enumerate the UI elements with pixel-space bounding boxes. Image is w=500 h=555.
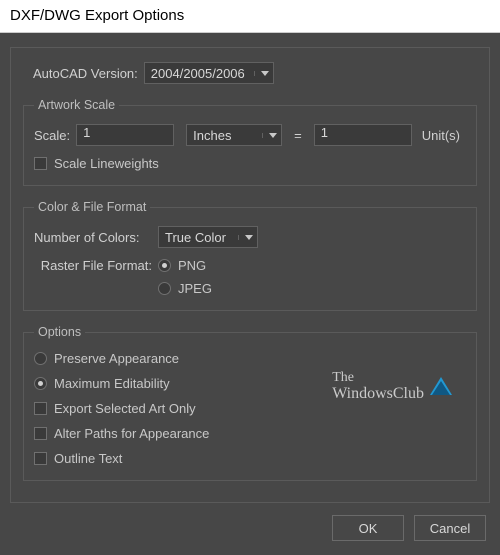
autocad-version-label: AutoCAD Version:	[33, 66, 138, 81]
scale-input[interactable]: 1	[76, 124, 174, 146]
radio-icon	[34, 377, 47, 390]
number-of-colors-row: Number of Colors: True Color	[34, 226, 466, 248]
maximum-editability-radio[interactable]: Maximum Editability	[34, 376, 466, 391]
equals-sign: =	[288, 128, 308, 143]
artwork-scale-group: Artwork Scale Scale: 1 Inches = 1 Unit(s…	[23, 98, 477, 186]
number-of-colors-select[interactable]: True Color	[158, 226, 258, 248]
checkbox-icon	[34, 452, 47, 465]
dialog-body: AutoCAD Version: 2004/2005/2006 Artwork …	[0, 33, 500, 555]
chevron-down-icon	[254, 71, 269, 76]
autocad-version-select[interactable]: 2004/2005/2006	[144, 62, 274, 84]
radio-icon	[34, 352, 47, 365]
number-of-colors-value: True Color	[165, 230, 230, 245]
outline-text-checkbox[interactable]: Outline Text	[34, 451, 466, 466]
raster-png-radio[interactable]: PNG	[158, 258, 212, 273]
cancel-button[interactable]: Cancel	[414, 515, 486, 541]
dialog-title: DXF/DWG Export Options	[0, 0, 500, 33]
checkbox-icon	[34, 427, 47, 440]
raster-png-label: PNG	[178, 258, 206, 273]
checkbox-icon	[34, 157, 47, 170]
autocad-version-value: 2004/2005/2006	[151, 66, 246, 81]
scale-lineweights-label: Scale Lineweights	[54, 156, 159, 171]
export-selected-label: Export Selected Art Only	[54, 401, 196, 416]
options-group: Options Preserve Appearance Maximum Edit…	[23, 325, 477, 481]
preserve-appearance-radio[interactable]: Preserve Appearance	[34, 351, 466, 366]
color-file-format-group: Color & File Format Number of Colors: Tr…	[23, 200, 477, 311]
chevron-down-icon	[238, 235, 253, 240]
maximum-editability-label: Maximum Editability	[54, 376, 170, 391]
scale-unit-select[interactable]: Inches	[186, 124, 282, 146]
dialog-footer: OK Cancel	[10, 503, 490, 545]
dxf-dwg-export-dialog: DXF/DWG Export Options AutoCAD Version: …	[0, 0, 500, 555]
chevron-down-icon	[262, 133, 277, 138]
alter-paths-label: Alter Paths for Appearance	[54, 426, 209, 441]
raster-format-row: Raster File Format: PNG JPEG	[34, 258, 466, 296]
artwork-scale-legend: Artwork Scale	[34, 98, 119, 112]
checkbox-icon	[34, 402, 47, 415]
raster-jpeg-radio[interactable]: JPEG	[158, 281, 212, 296]
options-legend: Options	[34, 325, 85, 339]
raster-format-label: Raster File Format:	[34, 258, 152, 273]
scale-row: Scale: 1 Inches = 1 Unit(s)	[34, 124, 466, 146]
scale-label: Scale:	[34, 128, 70, 143]
scale-lineweights-checkbox[interactable]: Scale Lineweights	[34, 156, 466, 171]
radio-icon	[158, 282, 171, 295]
units-input[interactable]: 1	[314, 124, 412, 146]
autocad-version-row: AutoCAD Version: 2004/2005/2006	[23, 62, 477, 84]
number-of-colors-label: Number of Colors:	[34, 230, 152, 245]
preserve-appearance-label: Preserve Appearance	[54, 351, 179, 366]
outline-text-label: Outline Text	[54, 451, 122, 466]
color-file-format-legend: Color & File Format	[34, 200, 150, 214]
main-panel: AutoCAD Version: 2004/2005/2006 Artwork …	[10, 47, 490, 503]
alter-paths-checkbox[interactable]: Alter Paths for Appearance	[34, 426, 466, 441]
ok-button[interactable]: OK	[332, 515, 404, 541]
scale-unit-value: Inches	[193, 128, 254, 143]
raster-jpeg-label: JPEG	[178, 281, 212, 296]
units-label: Unit(s)	[422, 128, 460, 143]
export-selected-checkbox[interactable]: Export Selected Art Only	[34, 401, 466, 416]
radio-icon	[158, 259, 171, 272]
